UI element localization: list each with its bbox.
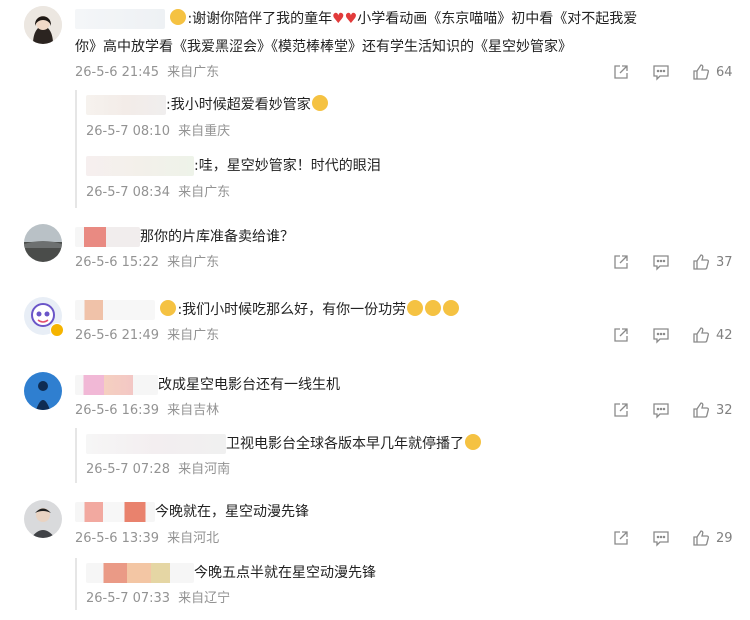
reply-thread-line [75, 428, 77, 483]
avatar[interactable] [24, 6, 62, 44]
redacted-username[interactable] [86, 156, 194, 176]
reply-text: :哇，星空妙管家！时代的眼泪 [86, 155, 381, 177]
redacted-username[interactable] [86, 95, 166, 115]
comment-meta: 26-5-6 13:39 来自河北 [75, 530, 219, 548]
comment-meta: 26-5-6 21:45 来自广东 [75, 64, 219, 82]
timestamp: 26-5-6 21:45 [75, 65, 160, 80]
comment-text: 今晚就在，星空动漫先锋 [75, 501, 309, 523]
heart-icon: ♥ [344, 11, 358, 27]
like-icon[interactable] [692, 253, 710, 271]
comment-icon[interactable] [652, 529, 670, 547]
comment-icon[interactable] [652, 63, 670, 81]
share-icon[interactable] [612, 63, 630, 81]
reply-meta: 26-5-7 07:28 来自河南 [86, 461, 230, 479]
like-count: 42 [716, 327, 733, 343]
share-icon[interactable] [612, 401, 630, 419]
reply-thread-line [75, 558, 77, 610]
comment-text: :谢谢你陪伴了我的童年♥♥小学看动画《东京喵喵》初中看《对不起我爱 [75, 8, 637, 30]
verified-badge [50, 323, 64, 337]
reply-thread-line [75, 90, 77, 208]
reply-text: :我小时候超爱看妙管家 [86, 94, 329, 116]
timestamp: 26-5-6 21:49 [75, 328, 160, 343]
location: 来自广东 [167, 328, 220, 343]
redacted-username[interactable] [75, 227, 140, 247]
comment-actions: 29 [590, 529, 733, 547]
like-count: 29 [716, 530, 733, 546]
timestamp: 26-5-7 07:28 [86, 462, 171, 477]
comment-meta: 26-5-6 16:39 来自吉林 [75, 402, 219, 420]
comment-text: 改成星空电影台还有一线生机 [75, 374, 340, 396]
location: 来自河北 [167, 531, 220, 546]
emoji-icon [170, 9, 187, 25]
reply-text: 卫视电影台全球各版本早几年就停播了 [86, 433, 482, 455]
timestamp: 26-5-7 07:33 [86, 591, 171, 606]
timestamp: 26-5-7 08:34 [86, 185, 171, 200]
emoji-icon [425, 300, 442, 316]
heart-icon: ♥ [332, 11, 345, 27]
like-icon[interactable] [692, 529, 710, 547]
like-count: 32 [716, 402, 733, 418]
comment-text: 那你的片库准备卖给谁？ [75, 226, 294, 248]
reply-meta: 26-5-7 08:10 来自重庆 [86, 123, 230, 141]
comment-icon[interactable] [652, 401, 670, 419]
location: 来自广东 [167, 255, 220, 270]
like-icon[interactable] [692, 401, 710, 419]
timestamp: 26-5-6 15:22 [75, 255, 160, 270]
comment-icon[interactable] [652, 326, 670, 344]
comment-text-line2: 你》高中放学看《我爱黑涩会》《模范棒棒堂》还有学生活知识的《星空妙管家》 [75, 39, 572, 55]
redacted-username[interactable] [86, 563, 194, 583]
emoji-icon [160, 300, 177, 316]
comment-actions: 32 [590, 401, 733, 419]
location: 来自吉林 [167, 403, 220, 418]
redacted-username[interactable] [75, 9, 165, 29]
emoji-icon [465, 434, 481, 450]
like-icon[interactable] [692, 326, 710, 344]
location: 来自广东 [167, 65, 220, 80]
like-count: 37 [716, 254, 733, 270]
emoji-icon [443, 300, 460, 316]
reply-meta: 26-5-7 08:34 来自广东 [86, 184, 230, 202]
redacted-username[interactable] [75, 502, 155, 522]
share-icon[interactable] [612, 326, 630, 344]
emoji-icon [407, 300, 424, 316]
location: 来自河南 [178, 462, 231, 477]
share-icon[interactable] [612, 529, 630, 547]
avatar[interactable] [24, 372, 62, 410]
timestamp: 26-5-6 13:39 [75, 531, 160, 546]
comment-icon[interactable] [652, 253, 670, 271]
location: 来自广东 [178, 185, 231, 200]
reply-text: 今晚五点半就在星空动漫先锋 [86, 562, 376, 584]
reply-meta: 26-5-7 07:33 来自辽宁 [86, 590, 230, 608]
comment-actions: 64 [590, 63, 733, 81]
avatar[interactable] [24, 500, 62, 538]
location: 来自辽宁 [178, 591, 231, 606]
comment-actions: 42 [590, 326, 733, 344]
redacted-username[interactable] [86, 434, 226, 454]
redacted-username[interactable] [75, 375, 158, 395]
like-icon[interactable] [692, 63, 710, 81]
like-count: 64 [716, 64, 733, 80]
comment-meta: 26-5-6 21:49 来自广东 [75, 327, 219, 345]
emoji-icon [311, 95, 328, 111]
avatar[interactable] [24, 224, 62, 262]
comment-meta: 26-5-6 15:22 来自广东 [75, 254, 219, 272]
redacted-username[interactable] [75, 300, 155, 320]
share-icon[interactable] [612, 253, 630, 271]
location: 来自重庆 [178, 124, 231, 139]
timestamp: 26-5-6 16:39 [75, 403, 160, 418]
comment-actions: 37 [590, 253, 733, 271]
comment-text: :我们小时候吃那么好，有你一份功劳 [75, 299, 460, 321]
timestamp: 26-5-7 08:10 [86, 124, 171, 139]
